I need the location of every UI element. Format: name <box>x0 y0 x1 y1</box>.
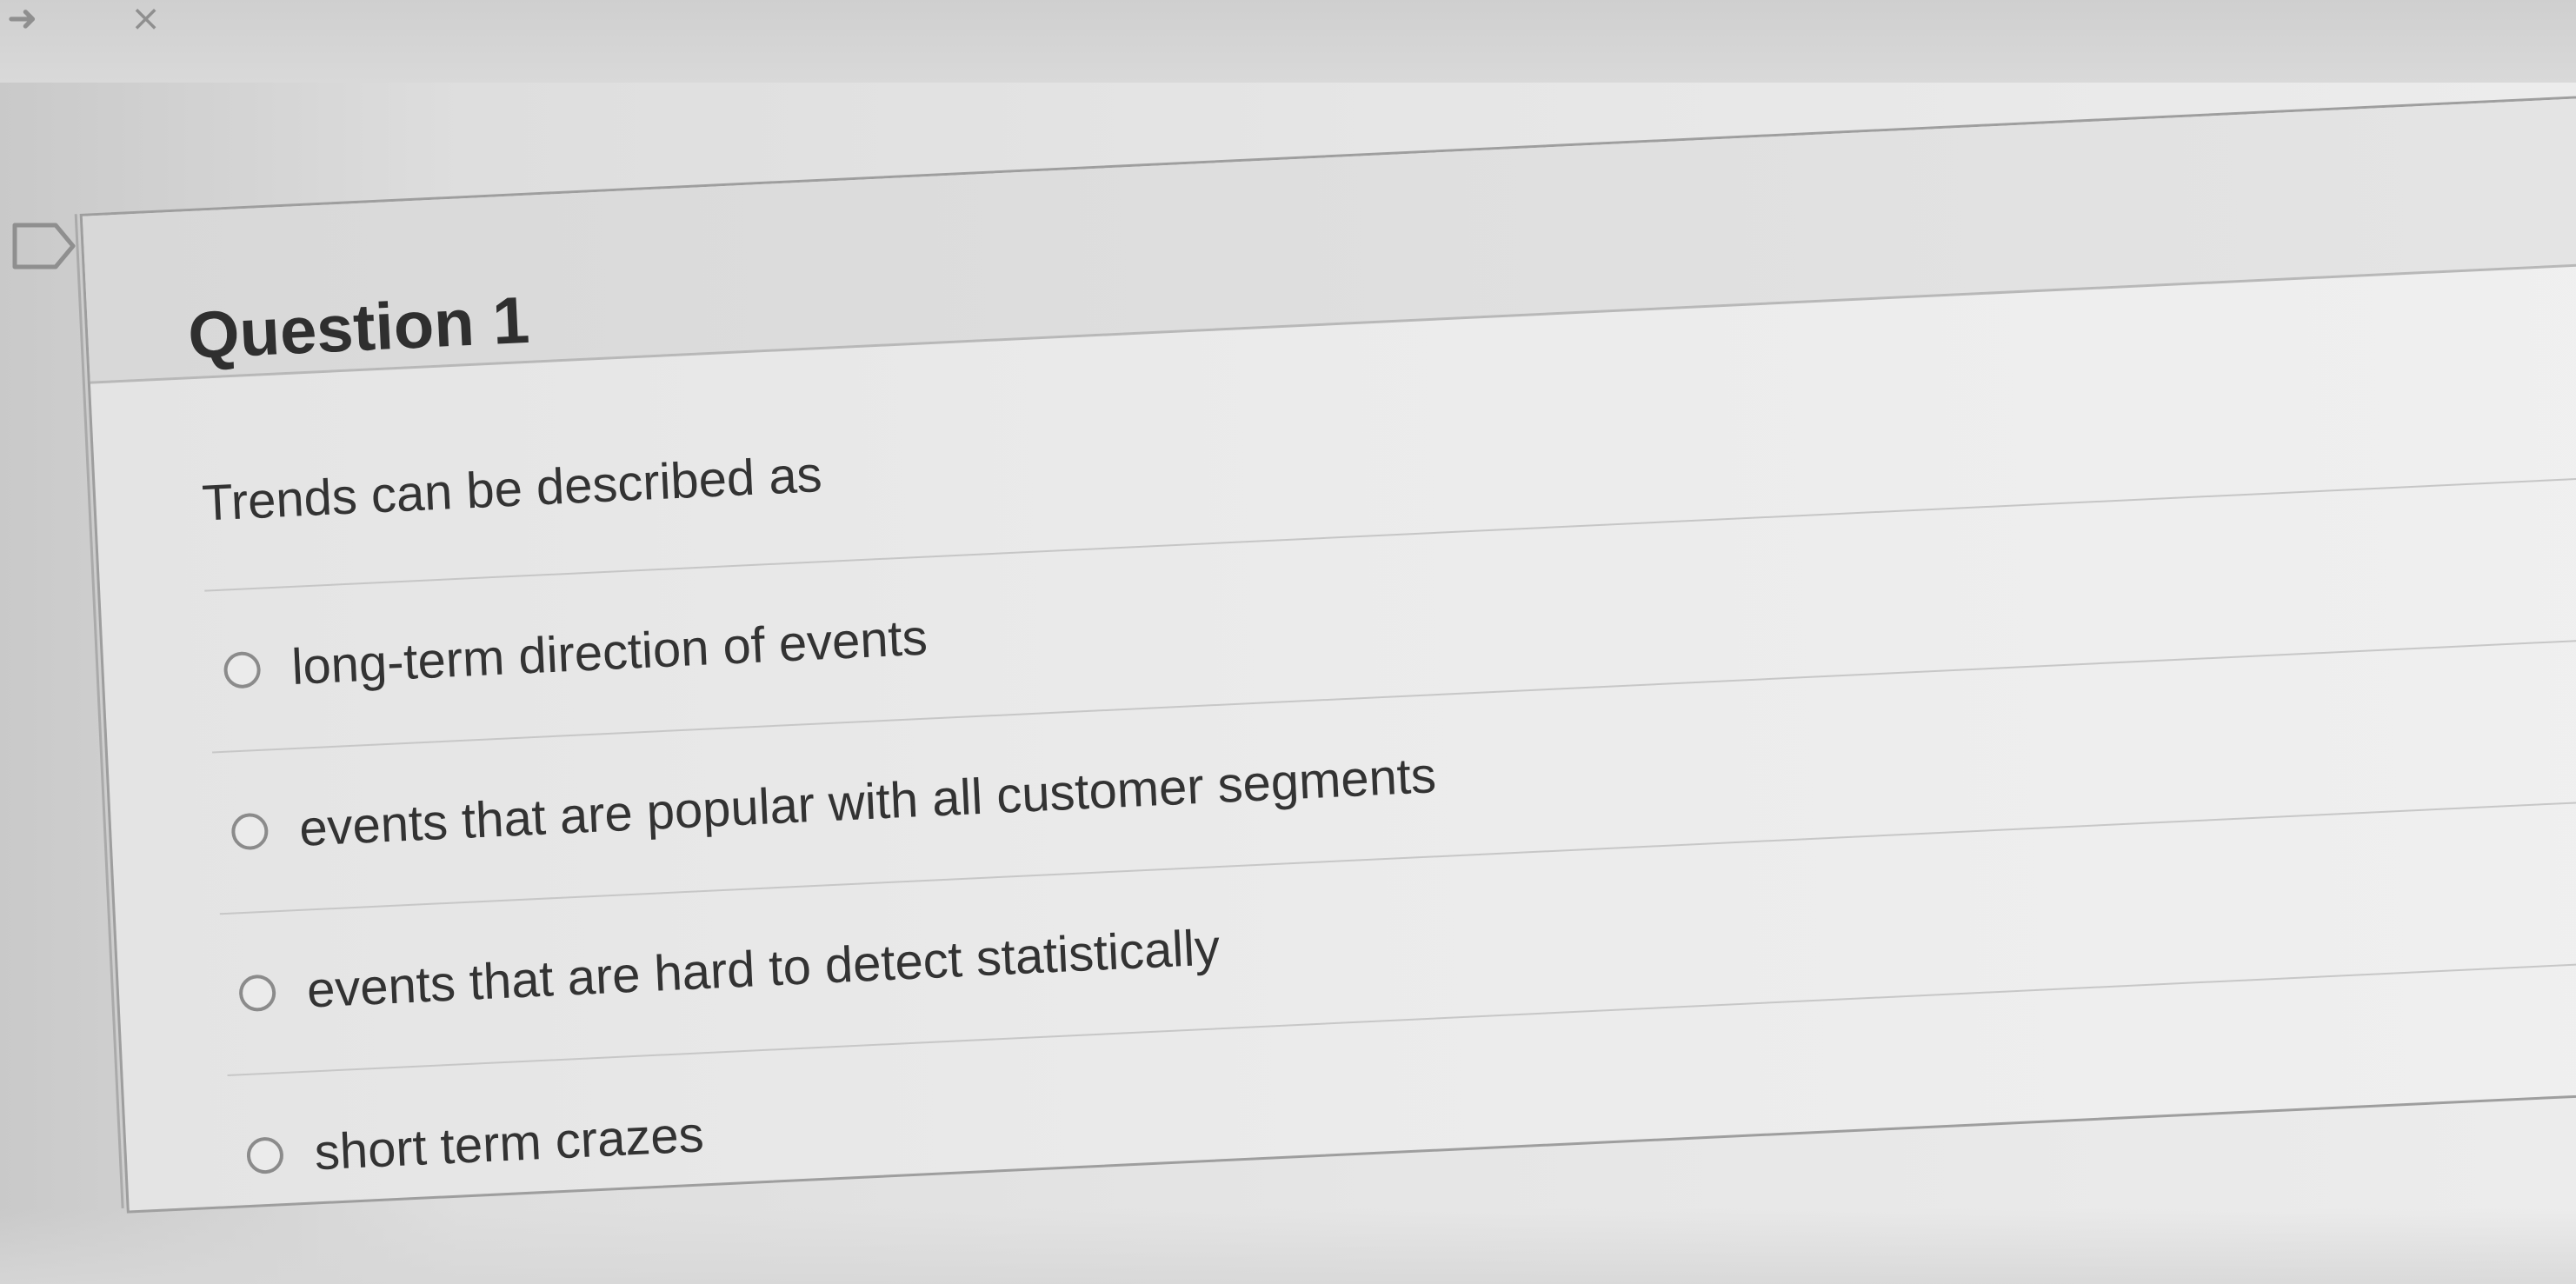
radio-button[interactable] <box>223 650 262 689</box>
radio-button[interactable] <box>238 974 277 1013</box>
question-prompt: Trends can be described as <box>201 446 823 532</box>
question-header: Question 1 <box>82 91 2576 384</box>
radio-button[interactable] <box>230 812 270 851</box>
answer-option-label[interactable]: events that are hard to detect statistic… <box>305 916 1221 1021</box>
quiz-screen: ➜ × Question 1 Trends can be described a… <box>0 0 2576 1284</box>
answer-option-label[interactable]: long-term direction of events <box>290 607 929 699</box>
radio-button[interactable] <box>245 1136 284 1175</box>
lower-shadow <box>0 1208 2576 1284</box>
answer-option-label[interactable]: short term crazes <box>313 1103 705 1184</box>
question-content: Question 1 Trends can be described as lo… <box>0 0 2576 1282</box>
answer-options: long-term direction of events events tha… <box>204 473 2576 1238</box>
question-card: Question 1 Trends can be described as lo… <box>79 88 2576 1214</box>
question-title: Question 1 <box>186 283 531 374</box>
answer-option-label[interactable]: events that are popular with all custome… <box>298 744 1438 861</box>
